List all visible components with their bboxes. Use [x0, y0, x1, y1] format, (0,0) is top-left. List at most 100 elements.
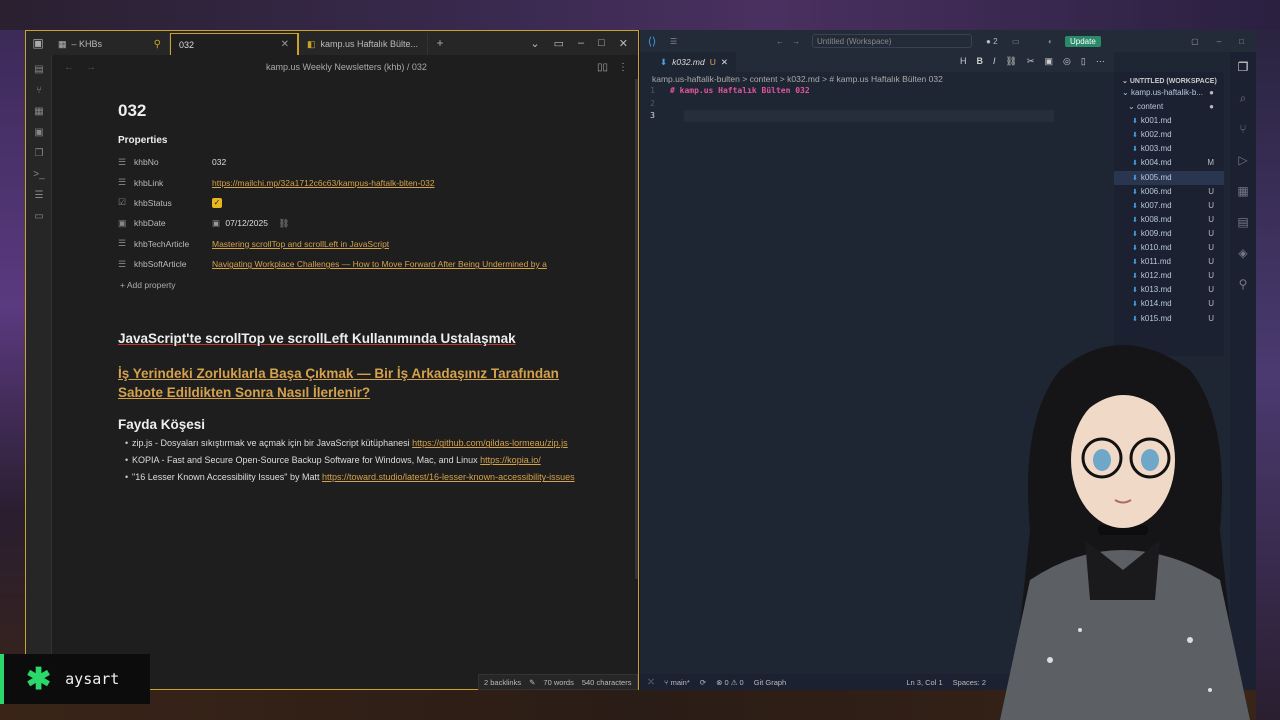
list-item-link[interactable]: https://github.com/gildas-lormeau/zip.js	[412, 438, 568, 448]
pin-icon[interactable]: ⚲	[154, 39, 161, 50]
remote-icon[interactable]: ◈	[1230, 238, 1256, 269]
git-graph-button[interactable]: Git Graph	[754, 678, 787, 687]
workspace-header[interactable]: ⌄ UNTITLED (WORKSPACE)	[1114, 72, 1224, 86]
folder-content[interactable]: ⌄ content ●	[1114, 100, 1224, 114]
file-item[interactable]: ⬇ k009.md U	[1114, 227, 1224, 241]
heading-soft-article[interactable]: İş Yerindeki Zorluklarla Başa Çıkmak — B…	[118, 364, 578, 402]
property-khbsoftarticle[interactable]: ☰ khbSoftArticle Navigating Workplace Ch…	[118, 254, 578, 274]
property-khbtecharticle[interactable]: ☰ khbTechArticle Mastering scrollTop and…	[118, 234, 578, 254]
code-editor[interactable]: 1 # kamp.us Haftalık Bülten 032 2 3	[640, 86, 1110, 124]
property-link[interactable]: https://mailchi.mp/32a1712c6c63/kampus-h…	[212, 178, 435, 188]
chat-icon[interactable]: ▭	[1012, 37, 1020, 46]
menu-icon[interactable]: ☰	[670, 37, 677, 46]
property-khblink[interactable]: ☰ khbLink https://mailchi.mp/32a1712c6c6…	[118, 172, 578, 192]
sync-icon[interactable]: ⟳	[700, 678, 706, 687]
list-item-link[interactable]: https://toward.studio/latest/16-lesser-k…	[322, 472, 575, 482]
note-title[interactable]: 032	[118, 101, 578, 121]
file-item[interactable]: ⬇ k007.md U	[1114, 199, 1224, 213]
properties-heading[interactable]: Properties	[118, 135, 578, 146]
property-value[interactable]: 032	[212, 157, 226, 167]
more-options-icon[interactable]: ⋮	[618, 62, 628, 73]
remote-indicator-icon[interactable]: ⤫	[648, 677, 654, 687]
link-icon[interactable]: ⛓	[278, 218, 289, 228]
file-item[interactable]: ⬇ k001.md	[1114, 114, 1224, 128]
property-link[interactable]: Navigating Workplace Challenges — How to…	[212, 259, 547, 269]
file-item[interactable]: ⬇ k006.md U	[1114, 185, 1224, 199]
layout-icon[interactable]: ▢	[1191, 37, 1199, 46]
property-key[interactable]: khbLink	[134, 178, 212, 188]
layout-icon[interactable]: ▭	[554, 37, 564, 50]
file-item[interactable]: ⬇ k008.md U	[1114, 213, 1224, 227]
file-item[interactable]: ⬇ k002.md	[1114, 128, 1224, 142]
breadcrumb[interactable]: kamp.us Weekly Newsletters (khb) / 032	[96, 62, 597, 72]
more-actions-icon[interactable]: ⋯	[1096, 56, 1105, 67]
maximize-icon[interactable]: □	[1239, 37, 1244, 46]
breadcrumb[interactable]: kamp.us-haftalik-bulten > content > k032…	[652, 74, 943, 84]
line-text[interactable]: # kamp.us Haftalık Bülten 032	[670, 86, 810, 99]
status-checkbox[interactable]: ✓	[212, 198, 222, 209]
tab-032[interactable]: 032 ✕	[170, 33, 298, 55]
bold-icon[interactable]: B	[977, 56, 984, 67]
circle-icon[interactable]: ◎	[1063, 56, 1071, 67]
cut-icon[interactable]: ✂	[1027, 56, 1035, 67]
copy-icon[interactable]: ❐	[26, 143, 52, 164]
add-property-button[interactable]: + Add property	[120, 280, 578, 290]
run-debug-icon[interactable]: ▷	[1230, 145, 1256, 176]
edit-icon[interactable]: ✎	[529, 678, 535, 687]
close-icon[interactable]: ✕	[721, 57, 728, 68]
markdown-preview-icon[interactable]: ▤	[1230, 207, 1256, 238]
property-key[interactable]: khbNo	[134, 157, 212, 167]
sidebar-toggle-icon[interactable]: ▣	[26, 31, 50, 55]
property-link[interactable]: Mastering scrollTop and scrollLeft in Ja…	[212, 239, 389, 249]
file-item[interactable]: ⬇ k015.md U	[1114, 312, 1224, 326]
tab-kampus-bulten[interactable]: ◧ kamp.us Haftalık Bülte...	[298, 33, 428, 55]
property-khbdate[interactable]: ▣ khbDate ▣ 07/12/2025 ⛓	[118, 213, 578, 233]
search-icon[interactable]: ⌕	[1230, 83, 1256, 114]
branch-indicator[interactable]: ⑂ main*	[664, 678, 690, 687]
indentation[interactable]: Spaces: 2	[953, 678, 986, 687]
tab-khbs[interactable]: ▦ – KHBs ⚲	[50, 33, 170, 55]
heading-icon[interactable]: H	[960, 56, 967, 67]
file-item[interactable]: ⬇ k010.md U	[1114, 241, 1224, 255]
reading-view-icon[interactable]: ▯▯	[597, 62, 608, 73]
calendar-icon[interactable]: ▣	[26, 122, 52, 143]
minimize-icon[interactable]: –	[1217, 37, 1221, 46]
code-line[interactable]: 1 # kamp.us Haftalık Bülten 032	[640, 86, 1110, 99]
property-khbno[interactable]: ☰ khbNo 032	[118, 152, 578, 172]
property-key[interactable]: khbStatus	[134, 198, 212, 208]
list-icon[interactable]: ☰	[26, 185, 52, 206]
tab-k032[interactable]: ⬇ k032.md U ✕	[640, 52, 736, 72]
problems-indicator[interactable]: ⊗ 0 ⚠ 0	[716, 678, 744, 687]
link-icon[interactable]: ⛓	[1006, 56, 1017, 67]
italic-icon[interactable]: I	[993, 56, 996, 67]
folder-icon[interactable]: ▭	[26, 206, 52, 227]
date-value[interactable]: 07/12/2025	[225, 218, 268, 228]
back-icon[interactable]: ←	[776, 37, 784, 46]
new-tab-icon[interactable]: +	[428, 31, 452, 55]
close-window-icon[interactable]: ✕	[619, 37, 628, 50]
file-item[interactable]: ⬇ k004.md M	[1114, 156, 1224, 170]
heading-fayda-kosesi[interactable]: Fayda Köşesi	[118, 416, 578, 434]
scrollbar[interactable]	[635, 79, 638, 579]
code-line[interactable]: 3	[640, 111, 1110, 124]
image-icon[interactable]: ▣	[1045, 56, 1054, 67]
backlinks-count[interactable]: 2 backlinks	[484, 678, 521, 687]
file-icon[interactable]: ▤	[26, 59, 52, 80]
file-item[interactable]: ⬇ k014.md U	[1114, 297, 1224, 311]
split-editor-icon[interactable]: ▯	[1081, 56, 1086, 67]
git-graph-icon[interactable]: ⚲	[1230, 269, 1256, 300]
file-item[interactable]: ⬇ k005.md	[1114, 170, 1224, 185]
accounts-icon[interactable]: ◐	[1048, 37, 1053, 46]
file-item[interactable]: ⬇ k013.md U	[1114, 283, 1224, 297]
forward-icon[interactable]: →	[86, 62, 96, 73]
folder-root[interactable]: ⌄ kamp.us-haftalik-b... ●	[1114, 86, 1224, 100]
minimize-icon[interactable]: –	[578, 37, 584, 50]
notification-indicator[interactable]: ● 2	[986, 37, 998, 46]
heading-tech-article[interactable]: JavaScript'te scrollTop ve scrollLeft Ku…	[118, 330, 578, 348]
back-icon[interactable]: ←	[64, 62, 74, 73]
explorer-icon[interactable]: ❐	[1230, 52, 1256, 83]
canvas-icon[interactable]: ▦	[26, 101, 52, 122]
close-icon[interactable]: ✕	[281, 39, 289, 50]
chevron-down-icon[interactable]: ⌄	[530, 37, 539, 50]
terminal-icon[interactable]: >_	[26, 164, 52, 185]
